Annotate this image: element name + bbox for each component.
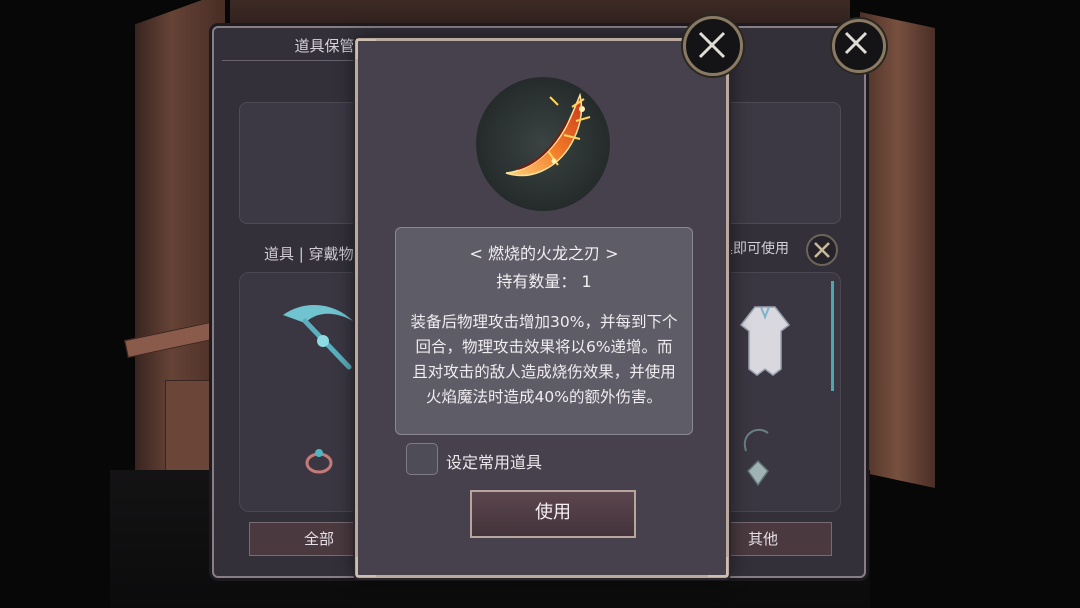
ice-scythe-icon[interactable] — [275, 297, 365, 377]
item-count: 持有数量： 1 — [496, 272, 592, 291]
robe-icon[interactable] — [735, 303, 795, 379]
inventory-tabs[interactable]: 道具 | 穿戴物 — [264, 243, 354, 264]
item-description: 装备后物理攻击增加30%，并每到下个回合，物理攻击效果将以6%递增。而且对攻击的… — [410, 313, 678, 406]
mini-close-icon[interactable] — [806, 234, 838, 266]
dialog-corner-ornament — [708, 557, 728, 577]
close-icon[interactable] — [832, 19, 886, 73]
flame-blade-icon — [505, 92, 591, 177]
item-name: < 燃烧的火龙之刃 > — [469, 244, 619, 263]
dialog-corner-ornament — [356, 557, 376, 577]
grid-scrollbar[interactable] — [831, 281, 834, 391]
background-bookshelf-right — [860, 12, 935, 488]
favorite-checkbox-label: 设定常用道具 — [446, 453, 543, 472]
item-image-frame — [476, 77, 610, 211]
ring-icon[interactable] — [302, 443, 336, 477]
favorite-checkbox[interactable] — [406, 443, 438, 475]
item-detail-dialog: < 燃烧的火龙之刃 > 持有数量： 1 装备后物理攻击增加30%，并每到下个回合… — [355, 38, 729, 578]
amulet-icon[interactable] — [738, 423, 778, 489]
close-icon[interactable] — [683, 16, 743, 76]
inventory-hint: 具即可使用 — [719, 241, 789, 257]
item-description-box: < 燃烧的火龙之刃 > 持有数量： 1 装备后物理攻击增加30%，并每到下个回合… — [395, 227, 693, 435]
game-scene: 道具保管箱 道具 | 穿戴物 具即可使用 全部 其他 < 燃烧的火龙之刃 > 持… — [0, 0, 1080, 608]
dialog-corner-ornament — [356, 39, 376, 59]
use-button[interactable]: 使用 — [470, 490, 636, 538]
